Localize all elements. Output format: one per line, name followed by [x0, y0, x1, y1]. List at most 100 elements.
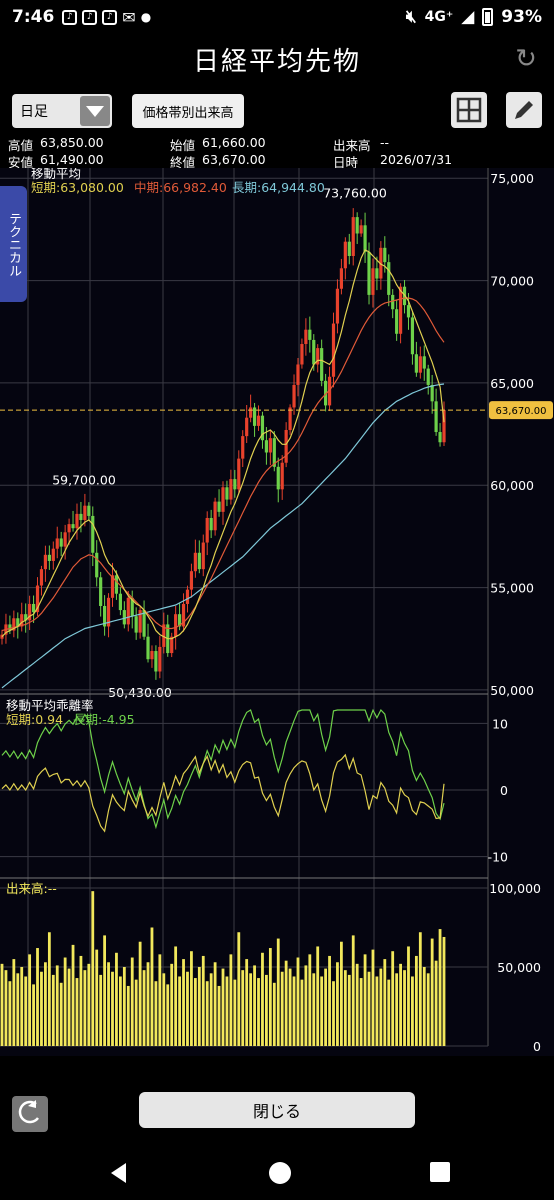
candle-body — [375, 268, 379, 279]
volume-bar — [118, 976, 122, 1046]
volume-title: 出来高:-- — [6, 881, 57, 896]
technical-tab[interactable]: テクニカル — [0, 186, 27, 302]
back-icon[interactable] — [106, 1160, 132, 1186]
candle-body — [252, 407, 257, 426]
dropdown-arrow-icon[interactable] — [80, 96, 110, 126]
candle-body — [63, 532, 67, 547]
candle-body — [118, 593, 122, 611]
candle-body — [31, 603, 36, 613]
candle-body — [197, 552, 201, 570]
y-tick-label: 50,000 — [490, 683, 534, 698]
chart-svg[interactable]: 75,000 70,000 65,000 60,000 55,000 50,000 63,6… — [0, 166, 554, 1071]
candle-body — [229, 479, 233, 500]
volume-bar — [178, 976, 181, 1046]
volume-bar — [221, 968, 225, 1046]
volume-bar — [36, 948, 39, 1046]
volume-bar — [138, 941, 142, 1046]
draw-button[interactable] — [506, 92, 542, 128]
footer: 閉じる — [0, 1082, 554, 1142]
y-tick-label: 100,000 — [489, 881, 541, 896]
candle-body — [355, 217, 359, 234]
pencil-icon — [515, 101, 533, 119]
volume-bar — [379, 968, 383, 1046]
volume-bar — [55, 965, 59, 1046]
volume-bar — [339, 941, 343, 1046]
tiktok-icon: ♪ — [102, 9, 118, 25]
candle-body — [351, 217, 355, 257]
volume-bar — [316, 946, 320, 1046]
page-title: 日経平均先物 — [192, 46, 361, 77]
candle-body — [158, 646, 162, 672]
candle-body — [387, 262, 391, 295]
ma-legend-item: 短期:63,080.00 — [31, 180, 124, 195]
candle-body — [150, 651, 154, 660]
volume-bar — [8, 981, 12, 1046]
home-icon[interactable] — [267, 1160, 293, 1186]
candle-body — [205, 517, 209, 543]
volume-bar — [375, 976, 379, 1046]
candle-body — [91, 515, 95, 553]
volume-bar — [324, 968, 328, 1046]
volume-bar — [245, 959, 249, 1046]
volume-bar — [83, 970, 87, 1046]
candle-body — [438, 432, 442, 443]
low-value: 61,490.00 — [40, 152, 104, 167]
candle-body — [47, 554, 51, 561]
volume-bar — [367, 971, 371, 1046]
volume-bar — [430, 938, 434, 1046]
candle-body — [185, 589, 190, 604]
y-tick-label: 75,000 — [490, 171, 534, 186]
volume-bar — [201, 955, 205, 1046]
volume-bar — [407, 946, 410, 1046]
volume-bar — [336, 962, 339, 1046]
volume-bar — [111, 971, 114, 1046]
rotate-icon — [18, 1100, 39, 1124]
volume-bar — [261, 952, 264, 1046]
close-button[interactable]: 閉じる — [139, 1092, 415, 1128]
y-tick-label: 10 — [492, 716, 508, 731]
candle-body — [122, 610, 126, 625]
candle-body — [83, 505, 87, 521]
candle-body — [359, 225, 363, 234]
candle-body — [237, 458, 241, 490]
volume-value: -- — [380, 135, 390, 150]
volume-bar — [146, 962, 150, 1046]
rotate-button[interactable] — [12, 1096, 48, 1132]
tiktok-icon: ♪ — [62, 9, 78, 25]
volume-bar — [99, 974, 103, 1046]
volume-bar — [363, 954, 367, 1046]
candle-body — [249, 407, 253, 418]
candle-body — [300, 344, 304, 365]
toolbar: 日足 価格帯別出来高 — [0, 90, 554, 134]
battery-level: 93% — [501, 7, 542, 27]
candle-body — [414, 354, 418, 373]
volume-profile-button[interactable]: 価格帯別出来高 — [132, 94, 244, 128]
volume-bar — [130, 957, 134, 1046]
volume-bar — [32, 984, 35, 1046]
technical-tab-label: テクニカル — [6, 211, 21, 277]
y-tick-label: 50,000 — [497, 960, 541, 975]
volume-bar — [16, 973, 20, 1046]
volume-bar — [434, 960, 438, 1046]
chart-area[interactable]: 75,000 70,000 65,000 60,000 55,000 50,000 63,6… — [0, 166, 554, 1071]
candle-body — [51, 548, 55, 561]
volume-bar — [257, 978, 260, 1046]
recents-icon[interactable] — [428, 1160, 452, 1184]
period-select[interactable]: 日足 — [12, 94, 112, 128]
refresh-icon[interactable]: ↻ — [514, 46, 540, 72]
volume-bar — [190, 951, 193, 1046]
price-annotation: 73,760.00 — [323, 186, 387, 201]
volume-bar — [75, 978, 79, 1046]
layout-grid-button[interactable] — [451, 92, 487, 128]
volume-bar — [186, 971, 189, 1046]
volume-bar — [387, 979, 391, 1046]
candle-body — [426, 368, 430, 385]
volume-bar — [304, 965, 308, 1046]
volume-bar — [174, 946, 178, 1046]
volume-bar — [343, 970, 347, 1046]
candle-body — [398, 286, 403, 334]
title-bar: 日経平均先物 ↻ — [0, 34, 554, 84]
candle-body — [95, 552, 99, 578]
ma-legend-item: 長期:64,944.80 — [232, 180, 325, 195]
candle-body — [288, 407, 292, 430]
